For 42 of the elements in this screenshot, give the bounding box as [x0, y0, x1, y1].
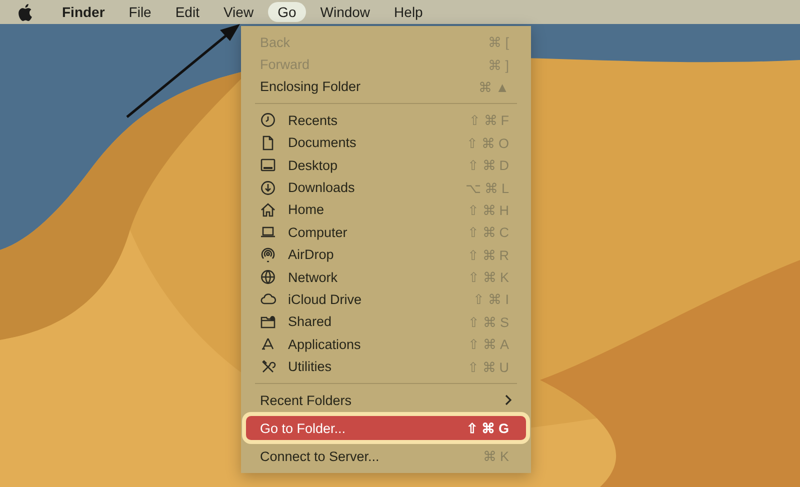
- menu-item-label: Recents: [288, 112, 339, 128]
- menu-item-label: Computer: [288, 224, 348, 240]
- keyboard-shortcut: ⇧⌘G: [466, 420, 512, 436]
- menu-item-label: Connect to Server...: [260, 448, 380, 464]
- menu-item-label: Utilities: [288, 359, 333, 374]
- menu-item-label: Go to Folder...: [260, 420, 347, 436]
- menu-bar-item[interactable]: Window: [310, 2, 380, 22]
- menu-item[interactable]: Go to Folder... ⇧⌘G: [246, 416, 526, 440]
- apple-logo-icon[interactable]: [18, 3, 34, 21]
- tools-icon: [260, 358, 276, 375]
- menu-bar-item[interactable]: File: [118, 2, 162, 22]
- menu-item-label: Downloads: [288, 180, 356, 196]
- menu-item-label: Recent Folders: [260, 392, 353, 408]
- menu-bar-item[interactable]: Go: [268, 2, 306, 22]
- menu-bar-item[interactable]: Help: [384, 2, 433, 22]
- menu-item[interactable]: Recent Folders: [246, 388, 526, 412]
- app-store-icon: [260, 336, 276, 352]
- menu-item-label: Home: [288, 202, 326, 218]
- folder-icon: [260, 314, 276, 330]
- menu-bar-item[interactable]: Finder: [52, 2, 115, 22]
- download-icon: [260, 180, 276, 196]
- chevron-right-icon: [504, 394, 512, 406]
- airdrop-icon: [260, 246, 276, 263]
- menu-item-label: Enclosing Folder: [260, 79, 362, 94]
- keyboard-shortcut: ⌘[: [488, 34, 512, 50]
- keyboard-shortcut: ⌘▲: [478, 78, 512, 95]
- clock-icon: [260, 112, 276, 128]
- keyboard-shortcut: ⌘]: [488, 56, 512, 73]
- house-icon: [260, 202, 276, 218]
- menu-bar-item[interactable]: View: [213, 2, 264, 22]
- menu-item-label: AirDrop: [288, 247, 335, 262]
- desktop-icon: [260, 157, 276, 174]
- menu-item-label: iCloud Drive: [288, 292, 363, 307]
- menu-item-label: Shared: [288, 314, 333, 330]
- document-icon: [260, 134, 276, 151]
- menu-item[interactable]: Enclosing Folder ⌘▲: [246, 76, 526, 98]
- menu-item-label: Network: [288, 270, 339, 285]
- menu-bar-item[interactable]: Edit: [165, 2, 210, 22]
- menu-item-label: Desktop: [288, 158, 339, 173]
- globe-icon: [260, 269, 276, 286]
- menu-item-label: Documents: [288, 135, 358, 150]
- menu-item-label: Applications: [288, 336, 362, 352]
